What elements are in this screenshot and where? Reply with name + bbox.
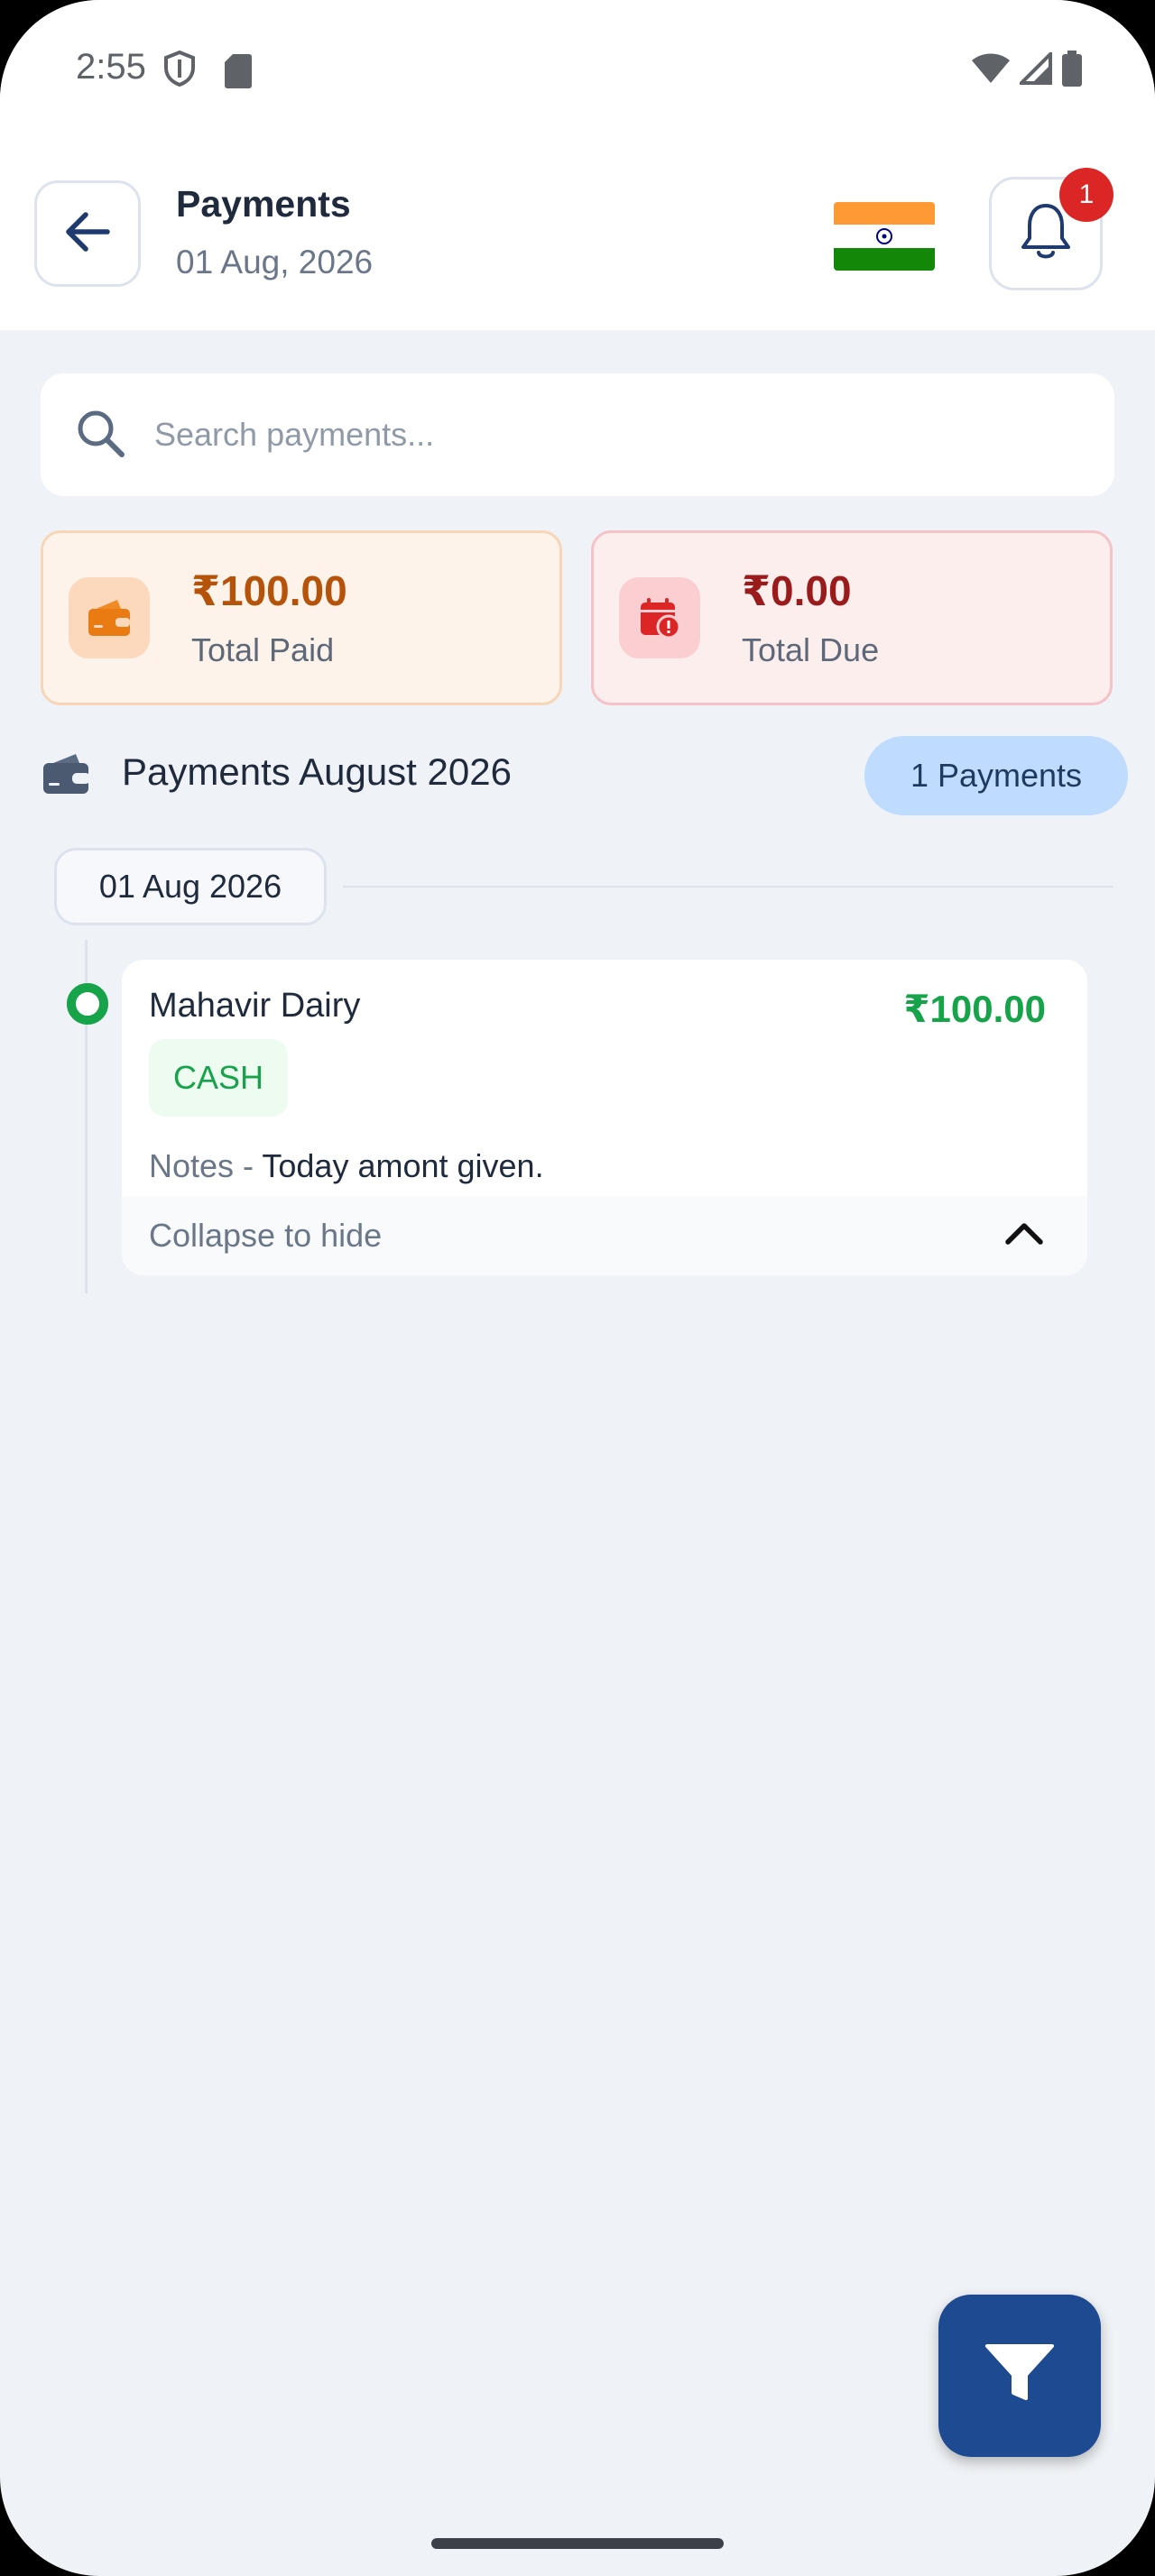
search-input[interactable] [154,416,1057,454]
total-paid-card: ₹100.00 Total Paid [41,530,562,705]
wallet-icon [69,577,150,658]
payment-amount: ₹100.00 [903,988,1046,1030]
india-flag-icon[interactable] [834,202,935,271]
back-button[interactable] [34,180,141,287]
section-title: Payments August 2026 [122,750,512,793]
filter-icon [984,2342,1056,2410]
search-bar [41,373,1114,496]
payment-card[interactable]: Mahavir Dairy ₹100.00 CASH Notes - Today… [122,960,1087,1275]
search-icon [73,406,127,465]
payments-count-badge: 1 Payments [864,736,1128,815]
wifi-icon [971,52,1011,89]
total-due-card: ₹0.00 Total Due [591,530,1113,705]
payment-name: Mahavir Dairy [149,987,361,1025]
timeline-dot-icon [67,983,108,1025]
battery-icon [1061,51,1083,91]
divider [343,886,1113,888]
sd-card-icon [224,52,253,93]
total-paid-amount: ₹100.00 [191,567,347,614]
total-paid-label: Total Paid [191,631,335,668]
page-subtitle-date: 01 Aug, 2026 [176,244,374,281]
total-due-label: Total Due [742,631,880,668]
notes-text: Today amont given. [262,1147,544,1184]
collapse-toggle[interactable]: Collapse to hide [122,1196,1087,1275]
payment-method-badge: CASH [149,1039,288,1117]
chevron-up-icon [1004,1219,1044,1251]
signal-icon [1017,50,1052,89]
date-group-chip: 01 Aug 2026 [54,848,327,925]
wallet-section-icon [42,750,92,800]
status-time: 2:55 [76,47,146,87]
notes-label: Notes - [149,1147,263,1184]
collapse-label: Collapse to hide [149,1217,383,1254]
home-indicator[interactable] [431,2538,724,2549]
top-bar: 2:55 Payments 01 Aug, 2026 1 [0,0,1155,330]
app-screen: 2:55 Payments 01 Aug, 2026 1 Search paym… [0,0,1155,2576]
shield-icon [162,50,197,91]
status-icons [971,50,1083,91]
arrow-left-icon [64,211,111,257]
notification-count-badge: 1 [1059,168,1113,222]
page-title: Payments [176,183,351,225]
calendar-alert-icon [619,577,700,658]
payment-notes: Notes - Today amont given. [149,1147,544,1185]
total-due-amount: ₹0.00 [742,567,852,614]
filter-button[interactable] [938,2295,1101,2457]
